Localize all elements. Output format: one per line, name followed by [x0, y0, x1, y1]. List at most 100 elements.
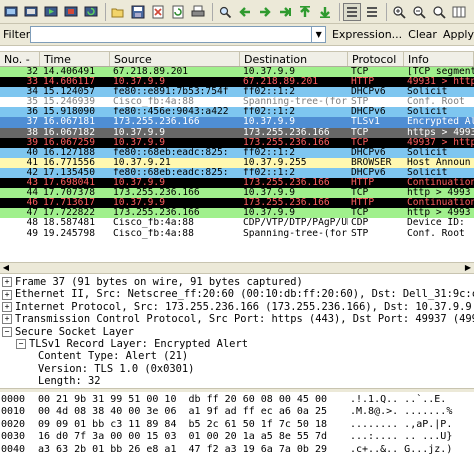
packet-cell-proto: HTTP: [351, 77, 375, 88]
table-row[interactable]: 47 17.722822 173.255.236.166 10.37.9.9 TCP ht…: [0, 208, 474, 219]
packet-cell-time: 17.707378: [43, 188, 95, 199]
bytes-ascii[interactable]: .!.1.Q.. ..`..E.: [350, 394, 470, 406]
bytes-ascii[interactable]: .M.8@.>. .......%: [350, 406, 470, 418]
expression-button[interactable]: Expression...: [332, 28, 402, 41]
table-row[interactable]: 35 15.246939 Cisco_fb:4a:88 Spanning-tree-(…: [0, 97, 474, 108]
table-row[interactable]: 40 16.127188 fe80::68eb:eadc:825: ff02::1:2…: [0, 147, 474, 158]
packet-cell-info: Solicit: [407, 167, 448, 178]
back-icon[interactable]: [236, 3, 254, 21]
bytes-hex[interactable]: 09 09 01 bb c3 11 89 84 b5 2c 61 50 1f 7…: [38, 419, 350, 431]
table-row[interactable]: 42 17.135450 fe80::68eb:eadc:825: ff02::1:2…: [0, 167, 474, 179]
table-row[interactable]: 36 15.918090 fe80::456e:9043:a422 ff02::1:2…: [0, 107, 474, 118]
detail-tree-item[interactable]: + Frame 37 (91 bytes on wire, 91 bytes ca…: [0, 276, 474, 288]
horizontal-scrollbar[interactable]: ◀ ▶: [0, 262, 474, 274]
expand-icon[interactable]: +: [2, 314, 12, 325]
restart-icon[interactable]: [82, 3, 100, 21]
bytes-offset[interactable]: 0030: [0, 431, 38, 443]
start-icon[interactable]: [42, 3, 60, 21]
packet-cell-no: 41: [26, 157, 38, 168]
column-header-info[interactable]: Info: [404, 52, 474, 66]
colorize-icon[interactable]: [343, 2, 361, 21]
column-header-time[interactable]: Time: [40, 52, 110, 66]
collapse-icon[interactable]: −: [16, 339, 26, 350]
detail-tree-item[interactable]: Version: TLS 1.0 (0x0301): [0, 363, 474, 375]
bytes-hex[interactable]: 16 d0 7f 3a 00 00 15 03 01 00 20 1a a5 8…: [38, 431, 350, 443]
bytes-ascii[interactable]: ........ .,aP.|P.: [350, 419, 470, 431]
table-row[interactable]: 48 18.587481 Cisco_fb:4a:88 CDP/VTP/DTP/PAg…: [0, 218, 474, 229]
bytes-offset[interactable]: 0000: [0, 394, 38, 406]
collapse-icon[interactable]: −: [2, 326, 12, 337]
column-header-source[interactable]: Source: [110, 52, 240, 66]
toolbar-separator: [339, 2, 340, 21]
resize-columns-icon[interactable]: [450, 3, 468, 21]
stop-icon[interactable]: [62, 3, 80, 21]
detail-tree-item[interactable]: Length: 32: [0, 375, 474, 387]
save-icon[interactable]: [129, 3, 147, 21]
detail-tree-item[interactable]: − TLSv1 Record Layer: Encrypted Alert: [0, 338, 474, 350]
table-row[interactable]: 39 16.067259 10.37.9.9 173.255.236.166 TCP 49…: [0, 137, 474, 148]
packet-cell-proto: TCP: [351, 67, 369, 77]
last-icon[interactable]: [316, 3, 334, 21]
zoom-in-icon[interactable]: [390, 3, 408, 21]
detail-tree-item[interactable]: + Internet Protocol, Src: 173.255.236.166…: [0, 301, 474, 313]
find-icon[interactable]: [216, 3, 234, 21]
table-row[interactable]: 37 16.067181 173.255.236.166 10.37.9.9 TLSv1…: [0, 117, 474, 128]
table-row[interactable]: 49 19.245798 Cisco_fb:4a:88 Spanning-tree-(…: [0, 228, 474, 239]
bytes-hex[interactable]: 00 4d 08 38 40 00 3e 06 a1 9f ad ff ec a…: [38, 406, 350, 418]
interfaces-icon[interactable]: [2, 3, 20, 21]
packet-cell-time: 17.135450: [43, 167, 95, 178]
bytes-ascii[interactable]: ...:.... .. ...U}: [350, 431, 470, 443]
zoom-normal-icon[interactable]: [430, 3, 448, 21]
bytes-ascii[interactable]: .c+..&.. G...jz.): [350, 444, 470, 456]
chevron-down-icon[interactable]: ▼: [312, 26, 326, 43]
expand-icon[interactable]: +: [2, 289, 12, 300]
table-row[interactable]: 44 17.707378 173.255.236.166 10.37.9.9 TCP ht…: [0, 188, 474, 199]
detail-tree-item[interactable]: Content Type: Alert (21): [0, 350, 474, 362]
packet-cell-dst: 10.37.9.9: [243, 117, 295, 128]
detail-tree-item[interactable]: + Ethernet II, Src: Netscree_ff:20:60 (00…: [0, 288, 474, 300]
table-row[interactable]: 38 16.067182 10.37.9.9 173.255.236.166 TCP ht…: [0, 127, 474, 138]
table-row[interactable]: 32 14.406491 67.218.89.201 10.37.9.9 TCP [TCP…: [0, 67, 474, 78]
table-row[interactable]: 34 15.124057 fe80::e891:7b53:754f ff02::1:2…: [0, 87, 474, 98]
bytes-hex[interactable]: 00 21 9b 31 99 51 00 10 db ff 20 60 08 0…: [38, 394, 350, 406]
first-icon[interactable]: [296, 3, 314, 21]
detail-tree-item[interactable]: − Secure Socket Layer: [0, 326, 474, 338]
scroll-left-icon[interactable]: ◀: [1, 263, 11, 273]
expand-icon[interactable]: +: [2, 301, 12, 312]
expand-icon[interactable]: +: [2, 277, 12, 288]
detail-tree-item[interactable]: + Transmission Control Protocol, Src Port…: [0, 313, 474, 325]
packet-cell-time: 16.771556: [43, 157, 95, 168]
packet-cell-src: 10.37.9.9: [113, 137, 165, 148]
autoscroll-icon[interactable]: [363, 3, 381, 21]
options-icon[interactable]: [22, 3, 40, 21]
forward-icon[interactable]: [256, 3, 274, 21]
bytes-offset[interactable]: 0020: [0, 419, 38, 431]
clear-button[interactable]: Clear: [408, 28, 437, 41]
goto-icon[interactable]: [276, 3, 294, 21]
open-icon[interactable]: [109, 3, 127, 21]
pane-splitter[interactable]: [0, 388, 474, 392]
table-row[interactable]: 46 17.713617 10.37.9.9 173.255.236.166 HTTP C…: [0, 198, 474, 209]
zoom-out-icon[interactable]: [410, 3, 428, 21]
main-toolbar: [0, 0, 474, 24]
reload-icon[interactable]: [169, 3, 187, 21]
apply-button[interactable]: Apply: [443, 28, 474, 41]
column-header-destination[interactable]: Destination: [240, 52, 348, 66]
column-header-no[interactable]: No. -: [0, 52, 40, 66]
filter-input[interactable]: [30, 26, 313, 43]
packet-cell-time: 14.406491: [43, 67, 95, 77]
packet-cell-info: Conf. Root: [407, 97, 465, 108]
packet-cell-no: 42: [26, 167, 38, 178]
table-row[interactable]: 41 16.771556 10.37.9.21 10.37.9.255 BROWSER H…: [0, 157, 474, 168]
scroll-right-icon[interactable]: ▶: [463, 263, 473, 273]
bytes-offset[interactable]: 0010: [0, 406, 38, 418]
close-icon[interactable]: [149, 3, 167, 21]
table-row[interactable]: 43 17.698041 10.37.9.9 173.255.236.166 HTTP C…: [0, 178, 474, 189]
packet-cell-info: Encrypted Al: [407, 117, 474, 128]
bytes-hex[interactable]: a3 63 2b 01 bb 26 e8 a1 47 f2 a3 19 6a 7…: [38, 444, 350, 456]
bytes-offset[interactable]: 0040: [0, 444, 38, 456]
column-header-protocol[interactable]: Protocol: [348, 52, 404, 66]
print-icon[interactable]: [189, 3, 207, 21]
packet-cell-dst: 10.37.9.255: [243, 157, 307, 168]
table-row[interactable]: 33 14.606117 10.37.9.9 67.218.89.201 HTTP 499…: [0, 77, 474, 88]
